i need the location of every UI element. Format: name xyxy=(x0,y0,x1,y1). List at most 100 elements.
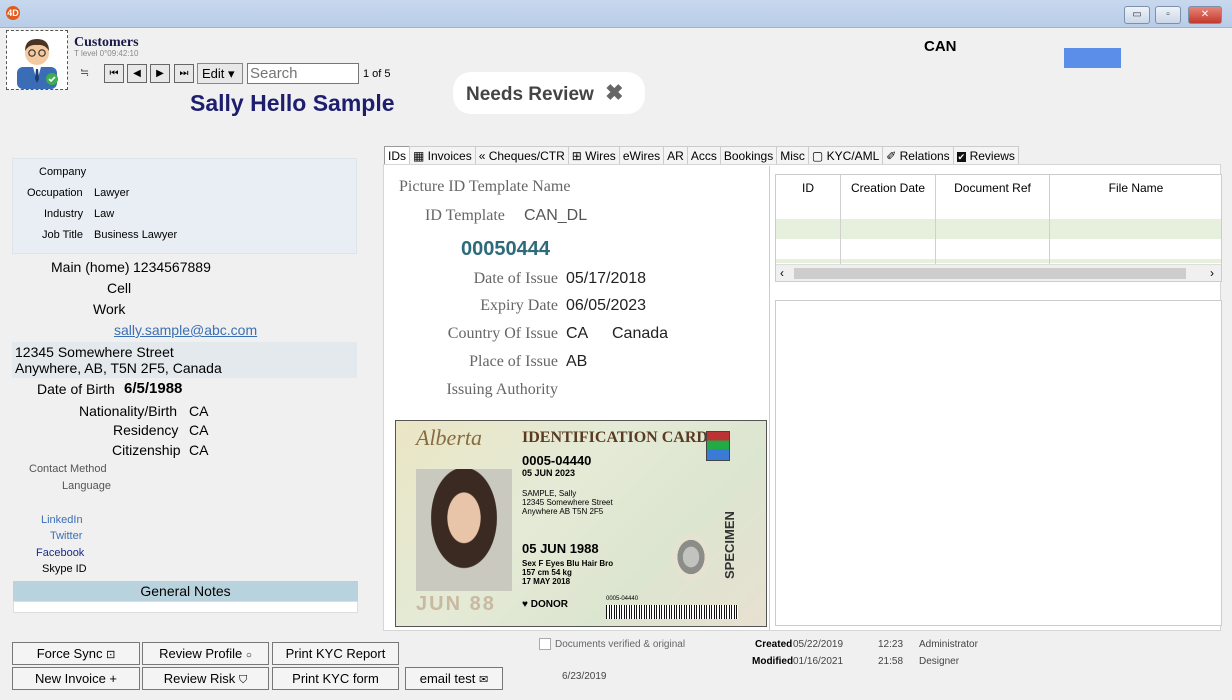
col-header-id[interactable]: ID xyxy=(776,175,841,219)
relations-icon: ✐ xyxy=(886,149,900,163)
occupation-value[interactable]: Lawyer xyxy=(94,187,129,199)
tab-accs[interactable]: Accs xyxy=(686,146,721,164)
id-template-label: ID Template xyxy=(425,207,505,224)
tab-invoices[interactable]: ▦ Invoices xyxy=(409,146,476,164)
card-donor: ♥ DONOR xyxy=(522,599,568,610)
main-phone-value[interactable]: 1234567889 xyxy=(133,259,211,275)
linkedin-link[interactable]: LinkedIn xyxy=(41,514,83,526)
general-notes-field[interactable] xyxy=(13,601,358,613)
expiry-date-value[interactable]: 06/05/2023 xyxy=(566,297,646,315)
card-barcode xyxy=(606,605,738,619)
col-header-document-ref[interactable]: Document Ref xyxy=(936,175,1050,219)
address-line2[interactable]: Anywhere, AB, T5N 2F5, Canada xyxy=(15,360,222,376)
app-icon: 4D xyxy=(6,6,20,20)
document-preview[interactable] xyxy=(775,300,1222,626)
first-record-button[interactable]: ⏮ xyxy=(104,64,124,83)
businessman-avatar-icon xyxy=(17,39,58,89)
invoice-icon: ▦ xyxy=(413,149,428,163)
status-indicator[interactable] xyxy=(1064,48,1121,68)
col-header-creation-date[interactable]: Creation Date xyxy=(841,175,936,219)
edit-menu-button[interactable]: Edit ▾ xyxy=(197,63,243,84)
docs-verified-checkbox[interactable] xyxy=(539,638,551,650)
horizontal-scrollbar[interactable]: ‹ › xyxy=(776,264,1221,281)
force-sync-button[interactable]: Force Sync ⊡ xyxy=(12,642,140,665)
print-kyc-report-button[interactable]: Print KYC Report xyxy=(272,642,399,665)
tab-ar[interactable]: AR xyxy=(663,146,688,164)
twitter-link[interactable]: Twitter xyxy=(50,530,82,542)
shield-icon: ⛉ xyxy=(238,674,248,686)
card-expiry: 05 JUN 2023 xyxy=(522,468,576,478)
card-eyes: Blu xyxy=(566,559,580,568)
close-x-icon[interactable]: ✖ xyxy=(605,80,623,105)
picture-template-label: Picture ID Template Name xyxy=(399,178,571,195)
company-label: Company xyxy=(39,166,87,178)
tab-relations[interactable]: ✐ Relations xyxy=(882,146,954,164)
table-row[interactable] xyxy=(776,259,1221,263)
table-row[interactable] xyxy=(776,219,1221,239)
needs-review-badge[interactable]: Needs Review ✖ xyxy=(453,72,645,114)
modified-date: 01/16/2021 xyxy=(793,656,844,667)
job-title-value[interactable]: Business Lawyer xyxy=(94,229,177,241)
modified-by: Designer xyxy=(919,656,960,667)
work-label: Work xyxy=(93,301,126,317)
tab-bookings[interactable]: Bookings xyxy=(719,146,778,164)
module-subtitle: T level 0°09:42:10 xyxy=(74,49,139,58)
next-record-button[interactable]: ▶ xyxy=(150,64,170,83)
panel-divider xyxy=(769,166,770,630)
review-risk-button[interactable]: Review Risk ⛉ xyxy=(142,667,269,690)
tab-ids[interactable]: IDs xyxy=(384,146,410,164)
facebook-link[interactable]: Facebook xyxy=(36,547,84,559)
close-window-button[interactable]: ✕ xyxy=(1188,6,1222,24)
card-ghost-dob: JUN 88 xyxy=(416,593,496,615)
email-test-button[interactable]: email test ✉ xyxy=(405,667,503,690)
tab-wires[interactable]: ⊞ Wires xyxy=(567,146,620,164)
id-template-value[interactable]: CAN_DL xyxy=(524,207,587,225)
last-record-button[interactable]: ⏭ xyxy=(174,64,194,83)
minimize-button[interactable]: ▭ xyxy=(1124,6,1150,24)
tab-kyc-label: KYC/AML xyxy=(826,149,880,163)
general-notes-header: General Notes xyxy=(13,581,358,601)
created-time: 12:23 xyxy=(878,639,904,650)
prev-record-button[interactable]: ◀ xyxy=(127,64,147,83)
id-card-image[interactable]: Alberta IDENTIFICATION CARD 0005-04440 0… xyxy=(395,420,767,627)
scroll-right-icon[interactable]: › xyxy=(1210,266,1214,280)
print-kyc-form-button[interactable]: Print KYC form xyxy=(272,667,399,690)
tab-ewires[interactable]: eWires xyxy=(618,146,665,164)
id-number[interactable]: 00050444 xyxy=(461,238,550,261)
address-line1[interactable]: 12345 Somewhere Street xyxy=(15,344,174,360)
col-header-file-name[interactable]: File Name xyxy=(1050,175,1222,219)
modified-label: Modified xyxy=(752,656,794,667)
tab-kyc-aml[interactable]: ▢ KYC/AML xyxy=(807,146,884,164)
customer-avatar[interactable] xyxy=(6,30,68,90)
scrollbar-thumb[interactable] xyxy=(794,268,1186,279)
country-issue-code[interactable]: CA xyxy=(566,325,588,343)
table-row[interactable] xyxy=(776,239,1221,259)
issue-date-value[interactable]: 05/17/2018 xyxy=(566,270,646,288)
card-title: IDENTIFICATION CARD xyxy=(522,429,708,446)
card-weight: 54 kg xyxy=(551,568,572,577)
tab-reviews[interactable]: ✔ Reviews xyxy=(952,146,1019,164)
card-holder: SAMPLE, Sally 12345 Somewhere Street Any… xyxy=(522,489,613,516)
tab-strip: IDs ▦ Invoices « Cheques/CTR ⊞ Wires eWires A… xyxy=(384,146,1019,164)
place-issue-value[interactable]: AB xyxy=(566,353,587,371)
nationality-value[interactable]: CA xyxy=(189,403,208,419)
list-icon[interactable]: ≒ xyxy=(80,66,89,79)
review-profile-button[interactable]: Review Profile ○ xyxy=(142,642,269,665)
tab-misc[interactable]: Misc xyxy=(776,146,809,164)
tab-cheques-label: Cheques/CTR xyxy=(488,149,565,163)
card-dob: 05 JUN 1988 xyxy=(522,541,599,556)
window-titlebar xyxy=(0,0,1232,28)
new-invoice-button[interactable]: New Invoice + xyxy=(12,667,140,690)
scroll-left-icon[interactable]: ‹ xyxy=(780,266,784,280)
residency-value[interactable]: CA xyxy=(189,422,208,438)
tab-relations-label: Relations xyxy=(899,149,950,163)
industry-value[interactable]: Law xyxy=(94,208,114,220)
cheque-icon: « xyxy=(478,149,489,163)
email-link[interactable]: sally.sample@abc.com xyxy=(114,322,257,338)
maximize-button[interactable]: ▫ xyxy=(1155,6,1181,24)
search-input[interactable] xyxy=(247,63,359,84)
citizenship-value[interactable]: CA xyxy=(189,442,208,458)
card-small-number: 0005-04440 xyxy=(606,596,639,602)
dob-value[interactable]: 6/5/1988 xyxy=(124,380,182,397)
tab-cheques[interactable]: « Cheques/CTR xyxy=(474,146,569,164)
